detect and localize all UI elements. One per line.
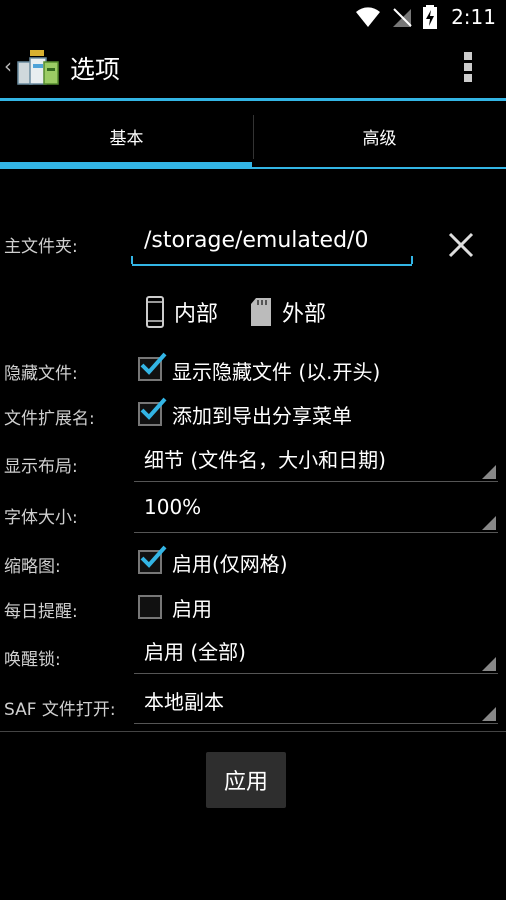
hidden-files-checkbox[interactable]	[138, 352, 167, 381]
overflow-menu-icon[interactable]	[464, 52, 472, 82]
internal-storage-button[interactable]: 内部	[146, 292, 218, 332]
file-ext-option[interactable]: 添加到导出分享菜单	[172, 400, 352, 429]
dropdown-corner-icon	[482, 657, 496, 671]
clear-icon[interactable]	[442, 226, 480, 264]
wifi-icon	[356, 7, 381, 27]
app-logo-icon[interactable]	[16, 46, 62, 90]
tab-basic[interactable]: 基本	[0, 101, 253, 171]
saf-label: SAF 文件打开:	[4, 700, 116, 720]
saf-dropdown[interactable]: 本地副本	[134, 680, 498, 724]
wake-lock-dropdown[interactable]: 启用 (全部)	[134, 630, 498, 674]
check-icon	[140, 397, 167, 420]
thumbnails-label: 缩略图:	[4, 557, 61, 577]
file-ext-checkbox[interactable]	[138, 397, 167, 426]
home-folder-label: 主文件夹:	[4, 237, 78, 257]
dropdown-corner-icon	[482, 516, 496, 530]
file-ext-label: 文件扩展名:	[4, 409, 95, 429]
apply-button[interactable]: 应用	[206, 752, 286, 808]
check-icon	[140, 545, 167, 568]
status-icons: 2:11	[355, 4, 496, 30]
thumbnails-checkbox[interactable]	[138, 545, 167, 574]
daily-reminder-option[interactable]: 启用	[172, 593, 212, 622]
tab-bar: 基本 高级	[0, 101, 506, 171]
saf-value: 本地副本	[144, 690, 224, 714]
status-time: 2:11	[451, 5, 496, 29]
tab-selected-indicator	[0, 162, 252, 169]
wake-lock-value: 启用 (全部)	[144, 640, 246, 664]
font-size-value: 100%	[144, 495, 202, 519]
battery-charging-icon	[423, 5, 438, 29]
phone-icon	[146, 296, 164, 328]
page-title: 选项	[70, 55, 121, 84]
display-layout-value: 细节 (文件名，大小和日期)	[144, 448, 386, 472]
action-bar: ‹ 选项	[0, 34, 506, 100]
home-folder-value[interactable]: /storage/emulated/0	[144, 228, 368, 253]
dropdown-corner-icon	[482, 707, 496, 721]
internal-storage-label: 内部	[174, 302, 219, 327]
wake-lock-label: 唤醒锁:	[4, 650, 61, 670]
display-layout-dropdown[interactable]: 细节 (文件名，大小和日期)	[134, 438, 498, 482]
dropdown-corner-icon	[482, 465, 496, 479]
bottom-divider	[0, 731, 506, 732]
hidden-files-label: 隐藏文件:	[4, 364, 78, 384]
hidden-files-option[interactable]: 显示隐藏文件 (以.开头)	[172, 356, 380, 385]
daily-reminder-checkbox[interactable]	[138, 595, 162, 619]
font-size-dropdown[interactable]: 100%	[134, 489, 498, 533]
sd-card-icon	[251, 298, 271, 326]
tab-baseline	[252, 167, 506, 169]
check-icon	[140, 352, 167, 375]
thumbnails-option[interactable]: 启用(仅网格)	[172, 548, 288, 577]
display-layout-label: 显示布局:	[4, 457, 78, 477]
back-chevron-icon[interactable]: ‹	[4, 54, 12, 78]
font-size-label: 字体大小:	[4, 508, 78, 528]
no-signal-icon	[393, 8, 412, 27]
tab-advanced[interactable]: 高级	[253, 101, 506, 171]
home-folder-input[interactable]: /storage/emulated/0	[131, 222, 413, 266]
daily-reminder-label: 每日提醒:	[4, 602, 78, 622]
external-storage-button[interactable]: 外部	[250, 292, 326, 332]
status-bar: 2:11	[0, 0, 506, 34]
external-storage-label: 外部	[282, 302, 327, 327]
